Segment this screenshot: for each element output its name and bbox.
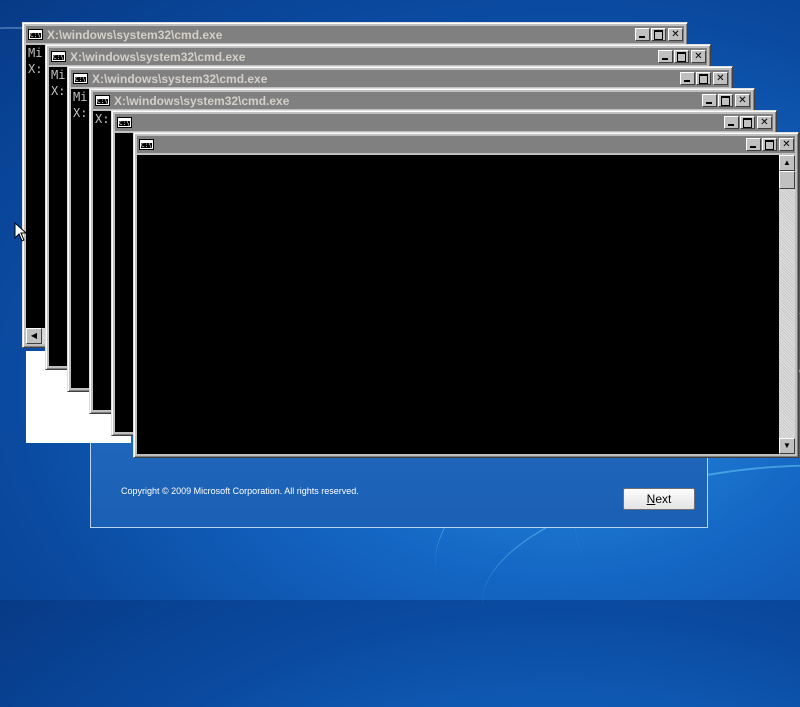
minimize-icon xyxy=(681,73,694,84)
close-button[interactable]: ✕ xyxy=(691,50,706,63)
maximize-icon xyxy=(697,73,710,84)
window-controls: ✕ xyxy=(745,138,794,151)
maximize-button[interactable] xyxy=(718,94,733,107)
window-title: X:\windows\system32\cmd.exe xyxy=(114,93,290,108)
minimize-icon xyxy=(703,95,716,106)
maximize-icon xyxy=(719,95,732,106)
minimize-button[interactable] xyxy=(702,94,717,107)
title-bar[interactable]: C:\ X:\windows\system32\cmd.exe ✕ xyxy=(26,26,684,43)
next-button[interactable]: Next xyxy=(623,488,695,510)
minimize-icon xyxy=(636,29,649,40)
maximize-button[interactable] xyxy=(696,72,711,85)
minimize-button[interactable] xyxy=(680,72,695,85)
vertical-scrollbar[interactable]: ▲ ▼ xyxy=(779,155,795,454)
close-button[interactable]: ✕ xyxy=(668,28,683,41)
next-button-label-rest: ext xyxy=(655,492,672,506)
maximize-icon xyxy=(675,51,688,62)
minimize-icon xyxy=(659,51,672,62)
title-bar[interactable]: C:\ ✕ xyxy=(115,114,773,131)
copyright-text: Copyright © 2009 Microsoft Corporation. … xyxy=(121,486,359,496)
maximize-icon xyxy=(741,117,754,128)
close-icon: ✕ xyxy=(782,139,791,150)
title-bar[interactable]: C:\ ✕ xyxy=(137,136,795,153)
window-title: X:\windows\system32\cmd.exe xyxy=(92,71,268,86)
close-icon: ✕ xyxy=(738,95,747,106)
title-bar[interactable]: C:\ X:\windows\system32\cmd.exe ✕ xyxy=(49,48,707,65)
close-icon: ✕ xyxy=(671,29,680,40)
maximize-icon xyxy=(652,29,665,40)
close-icon: ✕ xyxy=(716,73,725,84)
minimize-button[interactable] xyxy=(724,116,739,129)
console-icon[interactable]: C:\ xyxy=(117,117,132,128)
close-button[interactable]: ✕ xyxy=(757,116,772,129)
minimize-button[interactable] xyxy=(746,138,761,151)
window-title: X:\windows\system32\cmd.exe xyxy=(70,49,246,64)
maximize-icon xyxy=(763,139,776,150)
window-controls: ✕ xyxy=(657,50,706,63)
close-button[interactable]: ✕ xyxy=(779,138,794,151)
minimize-icon xyxy=(725,117,738,128)
window-controls: ✕ xyxy=(634,28,683,41)
window-controls: ✕ xyxy=(723,116,772,129)
console-icon[interactable]: C:\ xyxy=(139,139,154,150)
title-bar[interactable]: C:\ X:\windows\system32\cmd.exe ✕ xyxy=(71,70,729,87)
console-icon[interactable]: C:\ xyxy=(73,73,88,84)
console-icon[interactable]: C:\ xyxy=(28,29,43,40)
scroll-down-arrow[interactable]: ▼ xyxy=(779,438,795,454)
close-button[interactable]: ✕ xyxy=(735,94,750,107)
console-output[interactable] xyxy=(137,155,795,454)
scroll-thumb[interactable] xyxy=(779,171,795,189)
close-button[interactable]: ✕ xyxy=(713,72,728,85)
console-icon[interactable]: C:\ xyxy=(95,95,110,106)
console-icon[interactable]: C:\ xyxy=(51,51,66,62)
window-title: X:\windows\system32\cmd.exe xyxy=(47,27,223,42)
window-controls: ✕ xyxy=(679,72,728,85)
title-bar[interactable]: C:\ X:\windows\system32\cmd.exe ✕ xyxy=(93,92,751,109)
mouse-pointer-icon xyxy=(14,222,28,242)
minimize-icon xyxy=(747,139,760,150)
maximize-button[interactable] xyxy=(762,138,777,151)
maximize-button[interactable] xyxy=(740,116,755,129)
cmd-window[interactable]: C:\ ✕ ▲ ▼ ◀ xyxy=(133,132,799,458)
minimize-button[interactable] xyxy=(635,28,650,41)
close-icon: ✕ xyxy=(760,117,769,128)
scroll-left-arrow[interactable]: ◀ xyxy=(26,328,42,344)
window-controls: ✕ xyxy=(701,94,750,107)
minimize-button[interactable] xyxy=(658,50,673,63)
close-icon: ✕ xyxy=(694,51,703,62)
maximize-button[interactable] xyxy=(674,50,689,63)
scroll-up-arrow[interactable]: ▲ xyxy=(779,155,795,171)
maximize-button[interactable] xyxy=(651,28,666,41)
